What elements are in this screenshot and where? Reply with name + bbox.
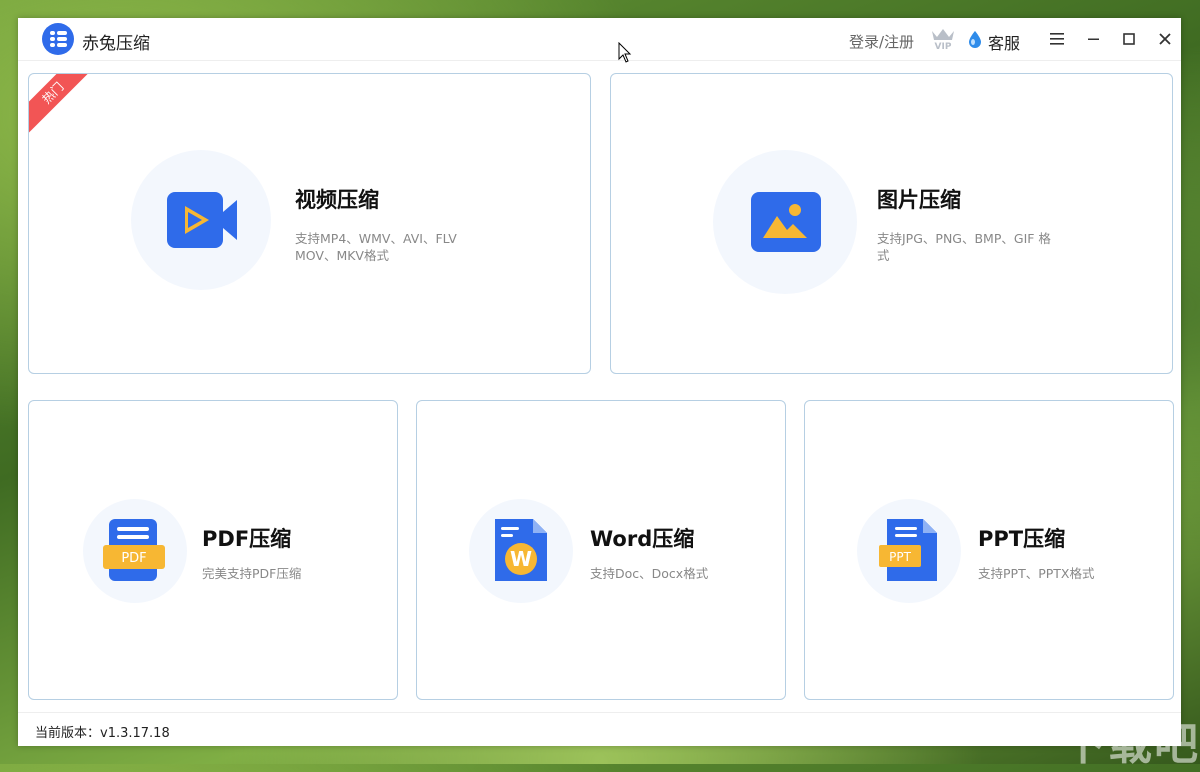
login-register-link[interactable]: 登录/注册 <box>849 31 914 52</box>
word-icon-label: W <box>510 547 532 571</box>
pdf-icon-label: PDF <box>121 551 146 566</box>
word-compress-card[interactable]: W Word压缩 支持Doc、Docx格式 <box>416 400 786 700</box>
image-card-desc-line1: 支持JPG、PNG、BMP、GIF 格 <box>877 231 1051 246</box>
word-document-icon: W <box>495 519 547 581</box>
title-bar: 赤兔压缩 登录/注册 VIP 客服 <box>18 18 1181 61</box>
ppt-card-desc: 支持PPT、PPTX格式 <box>978 566 1095 581</box>
pdf-compress-card[interactable]: PDF PDF压缩 完美支持PDF压缩 <box>28 400 398 700</box>
pdf-card-desc: 完美支持PDF压缩 <box>202 566 302 581</box>
word-card-title: Word压缩 <box>590 527 695 551</box>
app-title: 赤兔压缩 <box>82 34 150 54</box>
mouse-cursor-icon <box>618 42 632 63</box>
word-card-desc: 支持Doc、Docx格式 <box>590 566 709 581</box>
hot-badge: 热门 <box>29 74 98 138</box>
watermark: 下载吧 <box>1062 719 1200 770</box>
video-compress-card[interactable]: 热门 视频压缩 支持MP4、WMV、AVI、FLV MOV、MKV格式 <box>28 73 591 374</box>
pdf-document-icon: PDF <box>103 519 165 581</box>
ppt-document-icon: PPT <box>879 519 937 581</box>
status-bar: 当前版本：v1.3.17.18 <box>18 712 1181 747</box>
close-icon[interactable] <box>1154 28 1176 50</box>
minimize-icon[interactable] <box>1082 28 1104 50</box>
customer-service-button[interactable]: 客服 <box>988 30 1020 54</box>
ppt-icon-label: PPT <box>889 550 911 564</box>
ppt-compress-card[interactable]: PPT PPT压缩 支持PPT、PPTX格式 <box>804 400 1174 700</box>
video-card-title: 视频压缩 <box>295 188 379 212</box>
image-card-title: 图片压缩 <box>877 188 961 212</box>
maximize-icon[interactable] <box>1118 28 1140 50</box>
ppt-card-title: PPT压缩 <box>978 527 1066 551</box>
image-compress-card[interactable]: 图片压缩 支持JPG、PNG、BMP、GIF 格 式 <box>610 73 1173 374</box>
app-window: 赤兔压缩 登录/注册 VIP 客服 热门 视频压缩 支持MP4、WMV、AVI、… <box>18 18 1181 746</box>
version-label: 当前版本：v1.3.17.18 <box>35 726 170 741</box>
vip-crown-icon[interactable]: VIP <box>930 27 956 51</box>
app-logo-icon <box>42 23 74 55</box>
vip-label: VIP <box>935 42 952 51</box>
customer-service-icon[interactable] <box>968 30 982 48</box>
picture-icon <box>751 192 821 252</box>
image-card-desc-line2: 式 <box>877 248 890 263</box>
video-card-desc-line2: MOV、MKV格式 <box>295 248 389 263</box>
video-camera-icon <box>167 192 237 248</box>
pdf-card-title: PDF压缩 <box>202 527 292 551</box>
menu-icon[interactable] <box>1046 28 1068 50</box>
video-card-desc-line1: 支持MP4、WMV、AVI、FLV <box>295 231 457 246</box>
